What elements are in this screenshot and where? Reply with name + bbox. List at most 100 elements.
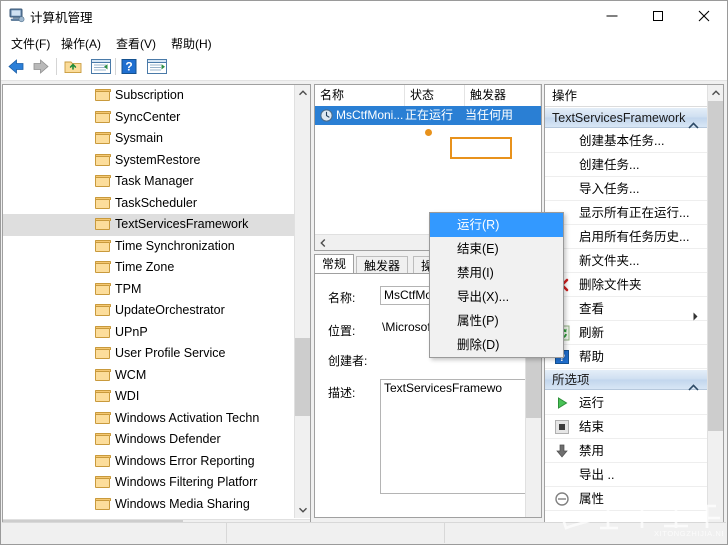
action-item[interactable]: 运行 (545, 391, 707, 415)
tree-item-taskscheduler[interactable]: TaskScheduler (3, 193, 294, 215)
up-folder-button[interactable] (62, 56, 84, 77)
tree-item-windows-media-sharing[interactable]: Windows Media Sharing (3, 494, 294, 516)
tree-item-task-manager[interactable]: Task Manager (3, 171, 294, 193)
tree-item-time-synchronization[interactable]: Time Synchronization (3, 236, 294, 258)
folder-icon (95, 132, 110, 144)
tree-item-label: Windows Activation Techn (115, 408, 259, 430)
menu-file[interactable]: 文件(F) (7, 34, 54, 53)
column-header-trigger[interactable]: 触发器 (465, 85, 541, 106)
folder-icon (95, 476, 110, 488)
actions-group-header-0[interactable]: TextServicesFramework (545, 107, 707, 128)
context-menu-item-label: 结束(E) (457, 242, 499, 256)
actions-group-header-1[interactable]: 所选项 (545, 369, 707, 390)
properties-icon (554, 491, 570, 507)
tree-item-user-profile-service[interactable]: User Profile Service (3, 343, 294, 365)
action-item[interactable]: 属性 (545, 487, 707, 511)
tree-item-label: WDI (115, 386, 139, 408)
action-item[interactable]: ?帮助 (545, 345, 707, 369)
folder-icon (95, 412, 110, 424)
task-trigger-cell: 当任何用 (465, 106, 541, 125)
console-tree[interactable]: SubscriptionSyncCenterSysmainSystemResto… (3, 85, 294, 517)
context-menu-item-label: 删除(D) (457, 338, 499, 352)
folder-icon (95, 218, 110, 230)
tree-item-sysmain[interactable]: Sysmain (3, 128, 294, 150)
action-item[interactable]: 结束 (545, 415, 707, 439)
show-hide-tree-button[interactable] (89, 56, 111, 77)
context-menu-item[interactable]: 删除(D) (430, 333, 563, 357)
menu-view[interactable]: 查看(V) (112, 34, 160, 53)
show-action-pane-button[interactable] (145, 56, 167, 77)
tab-general[interactable]: 常规 (314, 254, 354, 274)
tree-item-windowsbackup[interactable]: WindowsBackup (3, 515, 294, 517)
tree-item-label: TaskScheduler (115, 193, 197, 215)
actions-group-label: TextServicesFramework (552, 111, 685, 125)
back-button[interactable] (5, 56, 27, 77)
tree-item-textservicesframework[interactable]: TextServicesFramework (3, 214, 294, 236)
tree-item-subscription[interactable]: Subscription (3, 85, 294, 107)
action-item[interactable]: 导出 .. (545, 463, 707, 487)
folder-icon (95, 326, 110, 338)
tree-scroll-up-arrow[interactable] (295, 85, 311, 101)
action-item[interactable]: 导入任务... (545, 177, 707, 201)
action-item[interactable]: 创建基本任务... (545, 129, 707, 153)
close-button[interactable] (681, 1, 727, 30)
tree-scroll-down-arrow[interactable] (295, 502, 311, 518)
tree-item-label: User Profile Service (115, 343, 225, 365)
tree-item-systemrestore[interactable]: SystemRestore (3, 150, 294, 172)
tree-item-wdi[interactable]: WDI (3, 386, 294, 408)
context-menu-item[interactable]: 导出(X)... (430, 285, 563, 309)
task-context-menu[interactable]: 运行(R) 结束(E) 禁用(I)导出(X)...属性(P) 删除(D) (429, 212, 564, 358)
tree-scroll-thumb[interactable] (295, 338, 310, 416)
action-item-label: 刷新 (579, 326, 604, 340)
action-item[interactable]: 启用所有任务历史... (545, 225, 707, 249)
forward-button[interactable] (30, 56, 52, 77)
minimize-button[interactable] (589, 1, 635, 30)
action-item[interactable]: 查看 (545, 297, 707, 321)
play-icon (554, 395, 570, 411)
action-item-label: 帮助 (579, 350, 604, 364)
tree-item-updateorchestrator[interactable]: UpdateOrchestrator (3, 300, 294, 322)
action-item[interactable]: 创建任务... (545, 153, 707, 177)
tree-item-windows-activation-techn[interactable]: Windows Activation Techn (3, 408, 294, 430)
tree-item-wcm[interactable]: WCM (3, 365, 294, 387)
actions-scroll-thumb[interactable] (708, 101, 723, 431)
action-item[interactable]: 新文件夹... (545, 249, 707, 273)
folder-icon (95, 433, 110, 445)
tree-item-tpm[interactable]: TPM (3, 279, 294, 301)
tree-item-windows-error-reporting[interactable]: Windows Error Reporting (3, 451, 294, 473)
action-item-label: 启用所有任务历史... (579, 230, 689, 244)
actions-vertical-scrollbar[interactable] (707, 85, 723, 535)
folder-icon (95, 154, 110, 166)
table-row[interactable]: MsCtfMoni... 正在运行 当任何用 (315, 106, 541, 125)
tree-item-label: SystemRestore (115, 150, 200, 172)
window-title: 计算机管理 (30, 7, 93, 26)
tree-item-synccenter[interactable]: SyncCenter (3, 107, 294, 129)
field-label-description: 描述: (328, 384, 355, 401)
tree-item-windows-filtering-platforr[interactable]: Windows Filtering Platforr (3, 472, 294, 494)
action-item[interactable]: 禁用 (545, 439, 707, 463)
actions-scroll-up-arrow[interactable] (708, 85, 724, 101)
tree-item-label: Time Zone (115, 257, 174, 279)
menu-help[interactable]: 帮助(H) (167, 34, 216, 53)
maximize-button[interactable] (635, 1, 681, 30)
context-menu-item[interactable]: 属性(P) (430, 309, 563, 333)
tree-item-label: Windows Defender (115, 429, 221, 451)
action-item[interactable]: 删除文件夹 (545, 273, 707, 297)
column-header-status[interactable]: 状态 (405, 85, 465, 106)
menu-action[interactable]: 操作(A) (57, 34, 105, 53)
field-label-author: 创建者: (328, 352, 367, 369)
context-menu-item[interactable]: 禁用(I) (430, 261, 563, 285)
tree-item-time-zone[interactable]: Time Zone (3, 257, 294, 279)
help-button[interactable]: ? (119, 56, 141, 77)
action-item[interactable]: 显示所有正在运行... (545, 201, 707, 225)
tree-item-windows-defender[interactable]: Windows Defender (3, 429, 294, 451)
column-header-name[interactable]: 名称 (315, 85, 405, 106)
context-menu-item[interactable]: 运行(R) (430, 213, 563, 237)
task-list-hscroll-left-arrow[interactable] (315, 235, 331, 251)
tree-vertical-scrollbar[interactable] (294, 85, 310, 518)
tab-triggers[interactable]: 触发器 (356, 256, 408, 274)
action-item[interactable]: 刷新 (545, 321, 707, 345)
context-menu-item[interactable]: 结束(E) (430, 237, 563, 261)
tree-item-upnp[interactable]: UPnP (3, 322, 294, 344)
tree-item-label: Time Synchronization (115, 236, 235, 258)
